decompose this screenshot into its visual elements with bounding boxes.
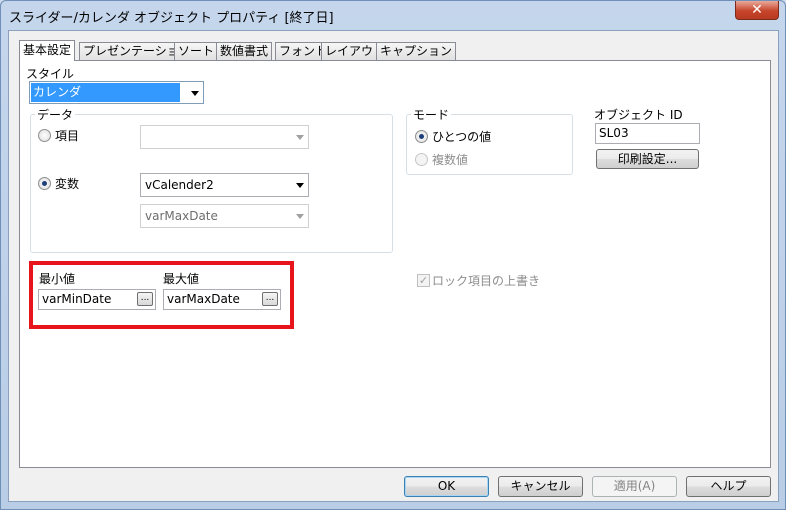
style-selected-value: カレンダ	[31, 83, 180, 102]
variable1-value: vCalender2	[145, 178, 214, 192]
lock-override-checkbox[interactable]: ✓	[417, 274, 430, 287]
tab-sort[interactable]: ソート	[174, 42, 219, 60]
ok-button[interactable]: OK	[404, 476, 489, 497]
apply-button[interactable]: 適用(A)	[592, 476, 677, 497]
variable-radio-label: 変数	[55, 177, 80, 191]
close-icon[interactable]: ✕	[735, 1, 779, 20]
object-id-field[interactable]: SL03	[595, 123, 700, 144]
cancel-button[interactable]: キャンセル	[498, 476, 583, 497]
highlight-annotation	[29, 261, 294, 329]
object-id-label: オブジェクト ID	[594, 108, 683, 122]
single-value-radio[interactable]	[415, 130, 428, 143]
single-value-label: ひとつの値	[432, 130, 492, 144]
tab-caption[interactable]: キャプション	[376, 42, 457, 60]
field-dropdown[interactable]	[140, 125, 309, 149]
dialog-window: スライダー/カレンダ オブジェクト プロパティ [終了日] ✕ 基本設定 プレゼ…	[0, 0, 786, 510]
chevron-down-icon	[296, 214, 304, 219]
variable2-value: varMaxDate	[145, 209, 218, 223]
mode-group-title: モード	[411, 106, 452, 123]
tab-panel: スタイル カレンダ データ 項目 変数 vCalender2 varMaxDat…	[19, 60, 771, 468]
style-label: スタイル	[26, 67, 75, 81]
title-bar[interactable]: スライダー/カレンダ オブジェクト プロパティ [終了日] ✕	[1, 1, 785, 29]
window-title: スライダー/カレンダ オブジェクト プロパティ [終了日]	[9, 11, 334, 26]
chevron-down-icon	[296, 135, 304, 140]
variable-radio[interactable]	[38, 177, 51, 190]
help-button[interactable]: ヘルプ	[686, 476, 771, 497]
tab-general[interactable]: 基本設定	[19, 40, 76, 61]
style-dropdown[interactable]: カレンダ	[29, 81, 204, 104]
chevron-down-icon	[296, 183, 304, 188]
dialog-client: 基本設定 プレゼンテーション ソート 数値書式 フォント レイアウト キャプショ…	[8, 30, 779, 502]
multi-value-radio[interactable]	[415, 153, 428, 166]
lock-override-label: ロック項目の上書き	[432, 274, 541, 288]
print-settings-button[interactable]: 印刷設定...	[596, 149, 699, 169]
field-radio[interactable]	[38, 129, 51, 142]
chevron-down-icon	[191, 91, 199, 96]
data-group-title: データ	[35, 106, 76, 123]
variable1-dropdown[interactable]: vCalender2	[140, 173, 309, 197]
variable2-dropdown[interactable]: varMaxDate	[140, 204, 309, 228]
multi-value-label: 複数値	[432, 153, 469, 167]
tab-number-format[interactable]: 数値書式	[216, 42, 273, 60]
field-radio-label: 項目	[55, 129, 80, 143]
